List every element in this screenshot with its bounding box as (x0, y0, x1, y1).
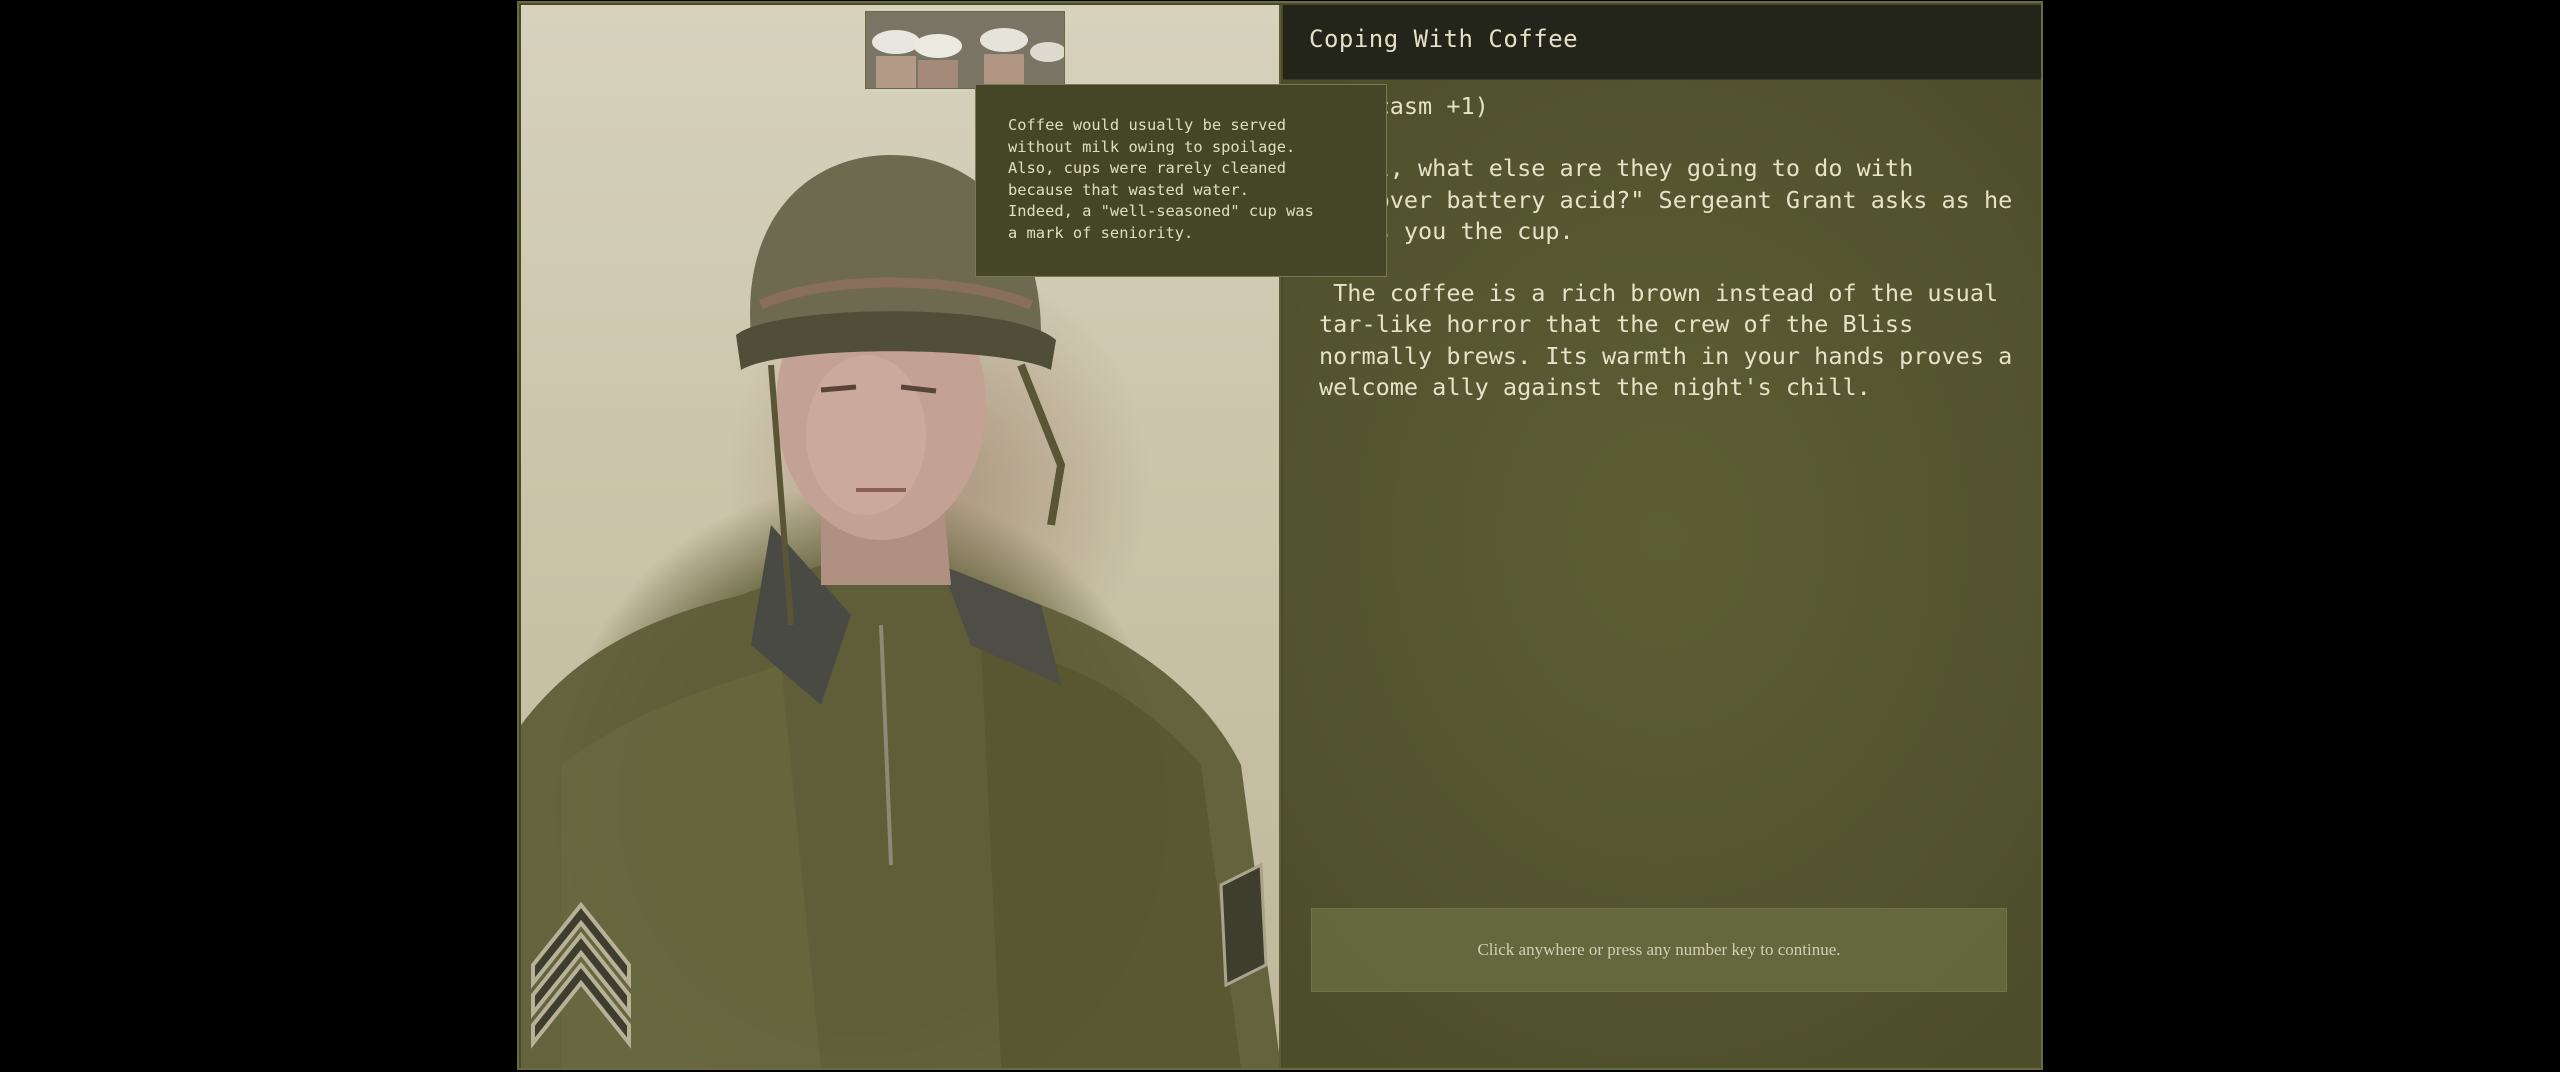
story-paragraph-description: The coffee is a rich brown instead of th… (1319, 279, 2027, 402)
sailors-thumbnail-image (866, 12, 1064, 88)
event-title: Coping With Coffee (1309, 25, 1579, 53)
history-tooltip: Coffee would usually be served without m… (975, 84, 1387, 277)
game-screen: Coping With Coffee (Sarcasm +1) "Well, w… (0, 0, 2560, 1072)
companion-thumbnail[interactable] (865, 11, 1065, 89)
continue-prompt: Click anywhere or press any number key t… (1477, 940, 1841, 959)
story-paragraph-stat: (Sarcasm +1) (1319, 92, 1489, 120)
event-title-bar: Coping With Coffee (1283, 5, 2041, 80)
continue-button[interactable]: Click anywhere or press any number key t… (1311, 908, 2007, 992)
story-paragraph-dialogue: "Well, what else are they going to do wi… (1319, 154, 2013, 245)
event-text-panel: Coping With Coffee (Sarcasm +1) "Well, w… (1283, 5, 2041, 1068)
event-story: (Sarcasm +1) "Well, what else are they g… (1319, 91, 2019, 434)
